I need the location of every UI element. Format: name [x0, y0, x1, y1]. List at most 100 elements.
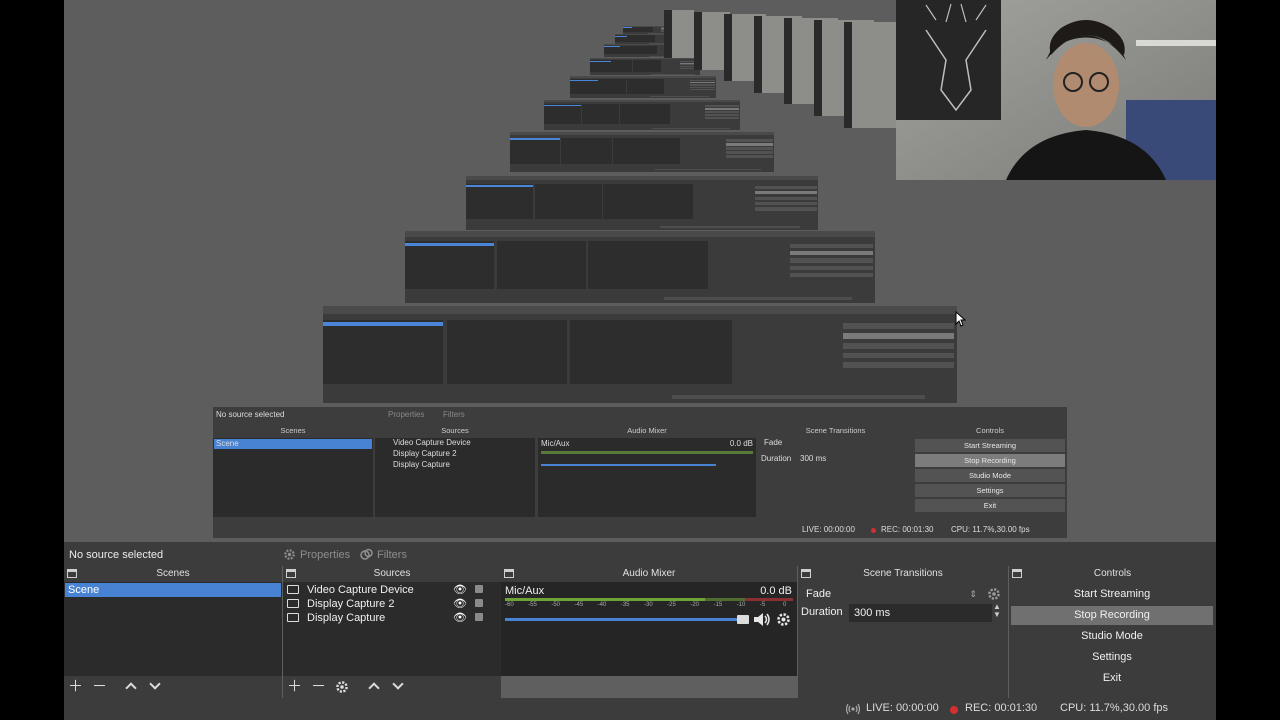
scene-list-item[interactable]: Scene [65, 583, 281, 597]
mini-source-item: Display Capture [393, 460, 450, 469]
nested-preview-level [466, 176, 818, 230]
mini-start-streaming: Start Streaming [915, 439, 1065, 452]
mini-live-status: LIVE: 00:00:00 [802, 525, 855, 534]
properties-button[interactable]: Properties [283, 548, 350, 561]
mini-source-status: No source selected [216, 410, 285, 419]
remove-scene-icon[interactable]: － [92, 679, 107, 695]
mini-sources-header: Sources [375, 425, 535, 436]
meter-tick-label: -45 [574, 602, 584, 608]
gear-icon[interactable] [987, 587, 1001, 601]
mini-source-item: Display Capture 2 [393, 449, 457, 458]
mouse-cursor-icon [955, 311, 967, 327]
undock-icon[interactable] [801, 569, 811, 578]
broadcast-icon [846, 703, 860, 715]
monitor-icon [287, 599, 299, 608]
transition-select[interactable]: Fade ⇕ [801, 585, 981, 604]
nested-preview-level [590, 58, 700, 75]
mini-controls-header: Controls [915, 425, 1065, 436]
mini-scenes-header: Scenes [213, 425, 373, 436]
lock-icon[interactable] [475, 599, 483, 607]
sources-dock-title: Sources [373, 568, 411, 579]
lock-icon[interactable] [475, 613, 483, 621]
lock-icon[interactable] [475, 585, 483, 593]
webcam-overlay [896, 0, 1216, 180]
add-scene-icon[interactable]: ＋ [68, 679, 83, 695]
monitor-icon [287, 613, 299, 622]
mini-transitions-header: Scene Transitions [758, 425, 913, 436]
meter-tick-label: -15 [713, 602, 723, 608]
undock-icon[interactable] [504, 569, 514, 578]
source-row[interactable]: Video Capture Device 👁 [284, 583, 494, 597]
mini-mixer-panel: Mic/Aux 0.0 dB [538, 438, 756, 517]
visibility-eye-icon[interactable]: 👁 [453, 611, 467, 625]
meter-tick-label: -60 [505, 602, 514, 608]
volume-slider[interactable] [505, 615, 749, 624]
properties-label: Properties [300, 548, 351, 561]
visibility-eye-icon[interactable]: 👁 [453, 583, 467, 597]
meter-tick-label: -40 [597, 602, 607, 608]
source-name: Display Capture [307, 612, 386, 624]
mini-studio-mode: Studio Mode [915, 469, 1065, 482]
status-bar: LIVE: 00:00:00 REC: 00:01:30 CPU: 11.7%,… [64, 698, 1216, 720]
cpu-fps-status: CPU: 11.7%,30.00 fps [1060, 702, 1169, 714]
mixer-dock-header[interactable]: Audio Mixer [501, 566, 797, 582]
source-toolbar [64, 542, 1216, 566]
scenes-dock-header[interactable]: Scenes [64, 566, 282, 582]
person-face [1053, 43, 1119, 127]
start-streaming-button[interactable]: Start Streaming [1011, 585, 1213, 604]
controls-dock-header[interactable]: Controls [1009, 566, 1216, 582]
mini-duration-label: Duration [761, 454, 792, 463]
volume-meter [505, 598, 793, 601]
filters-button[interactable]: Filters [360, 548, 407, 561]
undock-icon[interactable] [67, 569, 77, 578]
transition-select-value: Fade [806, 588, 832, 600]
preview-canvas[interactable]: No source selected Properties Filters Sc… [64, 0, 1216, 542]
rec-timer: REC: 00:01:30 [965, 702, 1038, 714]
mini-stop-recording: Stop Recording [915, 454, 1065, 467]
settings-button[interactable]: Settings [1011, 648, 1213, 667]
gear-icon[interactable] [776, 612, 791, 627]
meter-tick-label: 0 [783, 602, 787, 608]
nested-preview-level [510, 132, 774, 172]
camera-icon [287, 585, 299, 594]
mini-transition-select: Fade [764, 438, 783, 447]
meter-tick-label: -55 [528, 602, 537, 608]
add-source-icon[interactable]: ＋ [287, 679, 302, 695]
speaker-icon[interactable] [753, 612, 771, 627]
duration-input[interactable]: 300 ms [849, 604, 992, 622]
studio-mode-button[interactable]: Studio Mode [1011, 627, 1213, 646]
undock-icon[interactable] [1012, 569, 1022, 578]
obs-window: No source selected Properties Filters Sc… [64, 0, 1216, 720]
nested-preview-level [544, 100, 740, 130]
source-properties-gear-icon[interactable] [335, 680, 349, 694]
source-row[interactable]: Display Capture 👁 [284, 611, 494, 625]
sources-dock-header[interactable]: Sources [283, 566, 501, 582]
mini-properties-tab: Properties [388, 410, 425, 419]
filters-label: Filters [377, 548, 407, 561]
volume-slider-handle[interactable] [737, 615, 749, 624]
source-name: Display Capture 2 [307, 598, 395, 610]
transitions-dock-header[interactable]: Scene Transitions [798, 566, 1008, 582]
mini-filters-tab: Filters [443, 410, 465, 419]
remove-source-icon[interactable]: － [311, 679, 326, 695]
source-status-label: No source selected [69, 549, 164, 561]
mixer-level-readout: 0.0 dB [760, 585, 792, 597]
meter-tick-label: -25 [667, 602, 676, 608]
source-name: Video Capture Device [307, 584, 414, 596]
exit-button[interactable]: Exit [1011, 669, 1213, 688]
nested-preview-level [570, 76, 716, 98]
mixer-dock-title: Audio Mixer [622, 568, 676, 579]
meter-tick-label: -50 [551, 602, 560, 608]
mini-mixer-level: 0.0 dB [729, 439, 753, 448]
nested-preview-level [405, 231, 875, 303]
stop-recording-button[interactable]: Stop Recording [1011, 606, 1213, 625]
wall-art [896, 0, 1001, 120]
mini-sources-panel: Video Capture Device Display Capture 2 D… [375, 438, 535, 517]
visibility-eye-icon[interactable]: 👁 [453, 597, 467, 611]
live-timer: LIVE: 00:00:00 [866, 702, 939, 714]
nested-obs-preview: No source selected Properties Filters Sc… [213, 407, 1067, 538]
source-row[interactable]: Display Capture 2 👁 [284, 597, 494, 611]
duration-stepper[interactable]: ▲ ▼ [993, 603, 1001, 619]
meter-tick-label: -30 [644, 602, 653, 608]
undock-icon[interactable] [286, 569, 296, 578]
